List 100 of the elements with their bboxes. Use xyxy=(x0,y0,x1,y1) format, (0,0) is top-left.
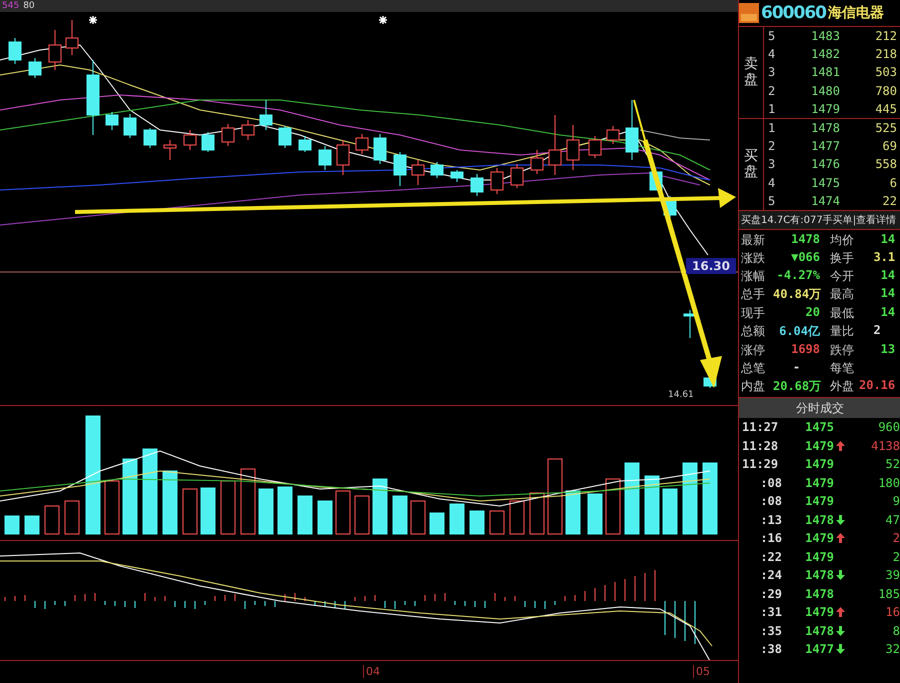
up-arrow-icon xyxy=(836,440,845,451)
trade-price: 1477 xyxy=(804,642,834,656)
trade-price: 1475 xyxy=(804,420,834,434)
up-arrow-icon xyxy=(836,607,845,618)
down-arrow-icon xyxy=(836,644,845,654)
stat-label: 最新 xyxy=(741,232,766,248)
stat-value: 6.04亿 xyxy=(778,323,821,340)
trade-volume: 2 xyxy=(892,531,900,546)
date-label: 05 xyxy=(693,665,710,678)
volume-bar xyxy=(372,478,388,534)
trade-time: 11:27 xyxy=(742,420,780,434)
volume-bar xyxy=(278,486,292,534)
trade-price: 1479 xyxy=(804,494,834,508)
stock-code: 600060 xyxy=(761,3,826,23)
order-price: 1476 xyxy=(810,157,840,172)
trade-price: 1478 xyxy=(804,586,834,601)
trade-volume: 4138 xyxy=(870,438,900,453)
stat-label: 均价 xyxy=(829,232,855,248)
candlestick xyxy=(412,160,424,186)
candlestick xyxy=(684,310,696,338)
stat-label: 涨幅 xyxy=(741,268,766,284)
stat-label: 涨跌 xyxy=(741,250,766,266)
trade-volume: 52 xyxy=(884,457,900,472)
volume-bar xyxy=(64,500,80,534)
volume-bar xyxy=(392,496,408,534)
order-volume: 445 xyxy=(874,102,897,116)
order-price: 1483 xyxy=(810,29,840,44)
sell-side-label: 卖盘 xyxy=(739,27,764,118)
level-number: 4 xyxy=(768,176,776,190)
stat-label: 总额 xyxy=(741,323,766,339)
stat-label: 今开 xyxy=(829,268,855,284)
candlestick xyxy=(356,134,368,154)
trade-volume: 16 xyxy=(884,605,900,620)
level-number: 5 xyxy=(768,194,776,208)
candlestick xyxy=(588,136,602,158)
volume-bar xyxy=(470,510,484,534)
order-price: 1478 xyxy=(810,121,840,136)
stat-value: 40.84万 xyxy=(773,286,822,303)
candlestick xyxy=(164,140,176,160)
trade-time: 11:28 xyxy=(742,438,780,453)
candlestick xyxy=(222,124,234,146)
order-volume: 525 xyxy=(874,121,897,136)
indicator-label: 545 xyxy=(2,1,20,11)
order-price: 1474 xyxy=(810,194,840,208)
order-price: 1481 xyxy=(810,65,840,80)
volume-bar xyxy=(104,480,120,534)
stat-value: 14 xyxy=(880,286,896,302)
stat-label: 最高 xyxy=(829,286,855,302)
stat-label: 换手 xyxy=(829,250,855,266)
trade-time: :08 xyxy=(759,494,783,508)
trades-tab[interactable]: 分时成交 xyxy=(739,398,900,418)
trade-price: 1479 xyxy=(804,531,834,546)
buy-side-label: 买盘 xyxy=(739,119,764,210)
volume-bar xyxy=(258,488,274,534)
stat-value: 20 xyxy=(804,305,821,321)
candlestick xyxy=(184,130,196,150)
trade-price: 1478 xyxy=(804,624,834,638)
candlestick xyxy=(66,20,78,56)
down-arrow-icon xyxy=(836,514,845,525)
stat-value: 14 xyxy=(880,268,896,284)
trade-price: 1479 xyxy=(804,438,834,453)
stat-label: 量比 xyxy=(829,323,855,339)
candlestick xyxy=(48,30,62,70)
volume-bar xyxy=(200,488,216,534)
volume-bar xyxy=(450,504,464,534)
volume-bar xyxy=(318,500,332,534)
volume-bar xyxy=(162,470,178,534)
volume-bar xyxy=(298,496,312,534)
trade-time: :35 xyxy=(759,624,783,638)
volume-bar xyxy=(624,462,640,534)
trade-time: :29 xyxy=(759,586,783,601)
volume-bar xyxy=(220,480,236,534)
trade-time: :08 xyxy=(759,476,783,490)
stat-value: 3.1 xyxy=(872,250,896,266)
star-marker-icon xyxy=(88,15,98,25)
stat-label: 最低 xyxy=(829,305,855,321)
trade-volume: 32 xyxy=(884,642,900,656)
trade-price: 1479 xyxy=(804,457,834,472)
candlestick xyxy=(124,114,136,138)
volume-bar xyxy=(410,500,426,534)
down-arrow-icon xyxy=(836,626,845,636)
order-price: 1477 xyxy=(810,139,840,154)
volume-bar xyxy=(566,490,580,534)
candlestick xyxy=(336,140,350,176)
trade-volume: 47 xyxy=(884,512,900,527)
up-arrow-icon xyxy=(836,533,845,544)
stat-value: ▼066 xyxy=(790,250,821,266)
volume-bar xyxy=(4,516,20,534)
trade-volume: 2 xyxy=(892,550,900,564)
volume-bar xyxy=(24,516,40,534)
volume-bar xyxy=(354,496,370,534)
order-volume: 69 xyxy=(882,139,897,154)
candlestick xyxy=(626,100,638,160)
candlestick xyxy=(548,114,562,176)
price-tag: 16.30 xyxy=(686,258,736,274)
trade-volume: 185 xyxy=(877,586,900,601)
candlestick xyxy=(450,170,464,182)
volume-bar xyxy=(182,488,198,534)
order-volume: 218 xyxy=(874,47,897,62)
candlestick xyxy=(242,120,254,140)
